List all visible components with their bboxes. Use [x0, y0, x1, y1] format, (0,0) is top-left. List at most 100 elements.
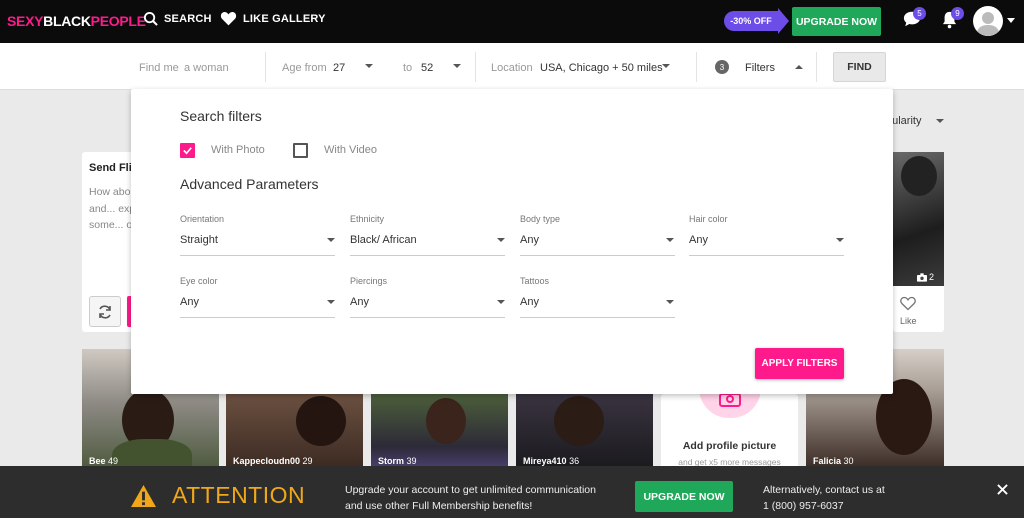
profile-name-age: Storm 39 — [378, 456, 417, 466]
apply-filters-button[interactable]: APPLY FILTERS — [755, 348, 844, 379]
age-to-label: to — [403, 62, 413, 74]
select-underline — [350, 255, 505, 256]
search-icon — [143, 11, 158, 26]
orientation-chevron-icon[interactable] — [327, 238, 335, 242]
profile-photo[interactable]: Storm 39 — [371, 394, 508, 469]
notifications-count-badge: 9 — [951, 7, 964, 20]
add-profile-picture-title: Add profile picture — [682, 440, 777, 452]
search-divider — [696, 52, 697, 82]
profile-photo[interactable]: Kappecloudn00 29 — [226, 394, 363, 469]
search-divider — [265, 52, 266, 82]
ethnicity-select[interactable]: Black/ African — [350, 234, 417, 246]
profile-name-age: Bee 49 — [89, 456, 119, 466]
attention-message-line: Upgrade your account to get unlimited co… — [345, 484, 596, 496]
profile-photo[interactable]: Mireya410 36 — [516, 394, 653, 469]
upgrade-now-button[interactable]: UPGRADE NOW — [792, 7, 881, 36]
with-photo-checkbox[interactable] — [180, 143, 195, 158]
account-menu-chevron-icon[interactable] — [1007, 18, 1015, 23]
location-label: Location — [491, 62, 533, 74]
logo-part-2: BLACK — [43, 13, 91, 29]
profile-name-age: Falicia 30 — [813, 456, 854, 466]
close-icon[interactable] — [997, 484, 1008, 495]
attention-upgrade-button[interactable]: UPGRADE NOW — [635, 481, 733, 512]
flirt-text-line: some... o — [89, 219, 133, 231]
tattoos-chevron-icon[interactable] — [666, 300, 674, 304]
eye-color-label: Eye color — [180, 276, 218, 286]
select-underline — [180, 317, 335, 318]
age-to-chevron-icon[interactable] — [453, 64, 461, 68]
logo-part-3: PEOPLE — [90, 13, 146, 29]
age-from-label: Age from — [282, 62, 327, 74]
select-underline — [180, 255, 335, 256]
ethnicity-chevron-icon[interactable] — [497, 238, 505, 242]
nav-search-label: SEARCH — [164, 12, 212, 25]
profile-photo[interactable] — [893, 152, 944, 286]
find-button[interactable]: FIND — [833, 52, 886, 82]
select-underline — [350, 317, 505, 318]
sort-chevron-icon[interactable] — [936, 119, 944, 123]
piercings-chevron-icon[interactable] — [497, 300, 505, 304]
profile-name-age: Kappecloudn00 29 — [233, 456, 313, 466]
location-select[interactable]: USA, Chicago + 50 miles — [540, 62, 663, 74]
flirt-text-line: How abo — [89, 186, 131, 198]
ethnicity-label: Ethnicity — [350, 214, 385, 224]
nav-like-gallery-link[interactable]: LIKE GALLERY — [220, 11, 326, 26]
profile-name-age: Mireya410 36 — [523, 456, 580, 466]
body-type-chevron-icon[interactable] — [666, 238, 674, 242]
logo-part-1: SEXY — [7, 13, 44, 29]
hair-color-select[interactable]: Any — [689, 234, 708, 246]
orientation-select[interactable]: Straight — [180, 234, 218, 246]
search-divider — [816, 52, 817, 82]
with-video-checkbox[interactable] — [293, 143, 308, 158]
hair-color-chevron-icon[interactable] — [836, 238, 844, 242]
promo-arrow-tip — [778, 8, 789, 34]
refresh-flirt-button[interactable] — [89, 296, 121, 327]
tattoos-select[interactable]: Any — [520, 296, 539, 308]
piercings-select[interactable]: Any — [350, 296, 369, 308]
like-button[interactable] — [900, 296, 916, 316]
select-underline — [520, 317, 675, 318]
piercings-label: Piercings — [350, 276, 388, 286]
heart-outline-icon — [900, 296, 916, 311]
location-chevron-icon[interactable] — [662, 64, 670, 68]
search-filters-title: Search filters — [180, 108, 262, 124]
nav-search-link[interactable]: SEARCH — [143, 11, 212, 26]
camera-icon — [917, 272, 927, 282]
site-logo[interactable]: SEXYBLACKPEOPLE — [7, 13, 146, 29]
send-flirt-title: Send Flir — [89, 162, 137, 174]
eye-color-chevron-icon[interactable] — [327, 300, 335, 304]
user-avatar[interactable] — [973, 6, 1003, 36]
attention-message-line: and use other Full Membership benefits! — [345, 500, 533, 512]
contact-phone[interactable]: 1 (800) 957-6037 — [763, 498, 844, 514]
warning-icon — [131, 484, 156, 508]
refresh-icon — [99, 304, 111, 319]
contact-line: Alternatively, contact us at — [763, 484, 885, 496]
advanced-parameters-title: Advanced Parameters — [180, 176, 319, 192]
find-me-value[interactable]: a woman — [184, 62, 229, 74]
discount-promo-badge[interactable]: -30% OFF — [724, 11, 778, 31]
nav-like-gallery-label: LIKE GALLERY — [243, 12, 326, 25]
camera-icon — [719, 394, 741, 407]
search-divider — [475, 52, 476, 82]
age-to-select[interactable]: 52 — [421, 62, 433, 74]
eye-color-select[interactable]: Any — [180, 296, 199, 308]
photo-count-value: 2 — [929, 272, 935, 282]
with-photo-label[interactable]: With Photo — [211, 144, 265, 156]
messages-count-badge: 5 — [913, 7, 926, 20]
photo-count: 2 — [917, 272, 934, 282]
select-underline — [520, 255, 675, 256]
heart-icon — [220, 12, 237, 26]
add-profile-picture-card[interactable]: Add profile picture and get x5 more mess… — [661, 394, 798, 469]
hair-color-label: Hair color — [689, 214, 728, 224]
age-from-chevron-icon[interactable] — [365, 64, 373, 68]
attention-title: ATTENTION — [172, 482, 306, 508]
age-from-select[interactable]: 27 — [333, 62, 345, 74]
with-video-label[interactable]: With Video — [324, 144, 377, 156]
filters-chevron-up-icon[interactable] — [795, 65, 803, 69]
select-underline — [689, 255, 844, 256]
checkmark-icon — [183, 147, 192, 155]
body-type-select[interactable]: Any — [520, 234, 539, 246]
tattoos-label: Tattoos — [520, 276, 550, 286]
filters-toggle[interactable]: Filters — [745, 62, 775, 74]
default-user-icon — [976, 12, 1000, 36]
